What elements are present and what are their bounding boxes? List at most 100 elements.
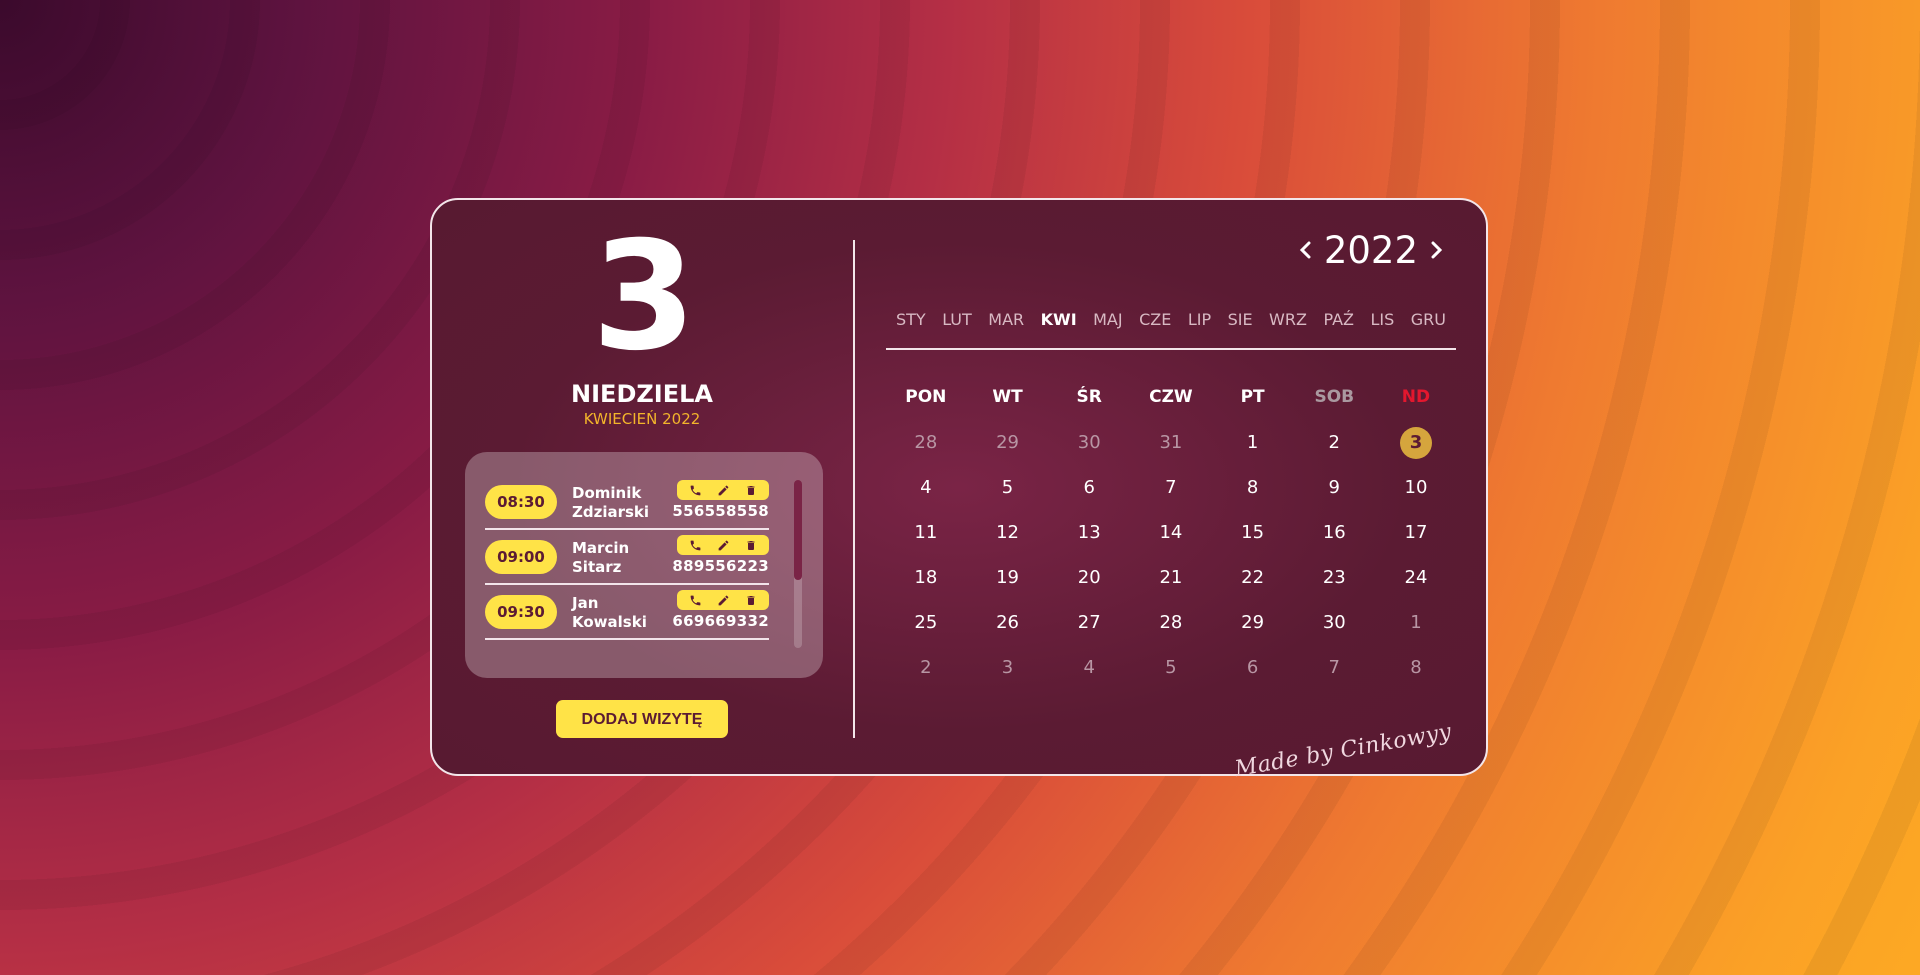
calendar-day[interactable]: 20: [1048, 555, 1130, 600]
calendar-day[interactable]: 6: [1212, 645, 1294, 690]
calendar-day[interactable]: 4: [1048, 645, 1130, 690]
month-lis[interactable]: LIS: [1370, 310, 1394, 342]
calendar-day-label: 8: [1246, 477, 1259, 498]
calendar-day-label: 7: [1165, 477, 1177, 498]
calendar-day[interactable]: 16: [1293, 510, 1375, 555]
month-selector: STY LUT MAR KWI MAJ CZE LIP SIE WRZ PAŹ LIS GRU: [886, 310, 1456, 342]
appointment-time: 08:30: [485, 485, 557, 519]
calendar-day[interactable]: 1: [1212, 420, 1294, 465]
prev-year-button[interactable]: [1292, 230, 1318, 270]
calendar-day[interactable]: 27: [1048, 600, 1130, 645]
calendar-day-label: 7: [1328, 657, 1340, 678]
calendar-day-label: 22: [1241, 567, 1265, 588]
month-maj[interactable]: MAJ: [1093, 310, 1122, 342]
next-year-button[interactable]: [1424, 230, 1450, 270]
appointments-scroll-thumb[interactable]: [794, 480, 802, 580]
calendar-day[interactable]: 30: [1048, 420, 1130, 465]
weekday-header: SOB: [1314, 387, 1355, 407]
calendar-day[interactable]: 19: [967, 555, 1049, 600]
calendar-day[interactable]: 14: [1130, 510, 1212, 555]
edit-icon[interactable]: [714, 592, 732, 608]
calendar-grid: PON WT ŚR CZW PT SOB ND 28 29 30 31 1 2 3 4 5 6 7 8 9 10 11 1…: [885, 375, 1457, 690]
calendar-day-label: 6: [1083, 477, 1095, 498]
calendar-day[interactable]: 8: [1212, 465, 1294, 510]
appointments-scrollbar[interactable]: [794, 480, 802, 648]
calendar-day[interactable]: 10: [1375, 465, 1457, 510]
calendar-day[interactable]: 24: [1375, 555, 1457, 600]
month-kwi[interactable]: KWI: [1041, 310, 1077, 342]
month-paź[interactable]: PAŹ: [1323, 310, 1354, 342]
calendar-day-today[interactable]: 3: [1375, 420, 1457, 465]
calendar-day[interactable]: 25: [885, 600, 967, 645]
weekday-header: PT: [1240, 387, 1265, 407]
add-visit-button[interactable]: DODAJ WIZYTĘ: [556, 700, 728, 738]
calendar-day[interactable]: 1: [1375, 600, 1457, 645]
calendar-day[interactable]: 28: [1130, 600, 1212, 645]
phone-icon[interactable]: [686, 482, 704, 498]
calendar-day[interactable]: 18: [885, 555, 967, 600]
calendar-day[interactable]: 28: [885, 420, 967, 465]
month-mar[interactable]: MAR: [988, 310, 1024, 342]
calendar-week-row: 25 26 27 28 29 30 1: [885, 600, 1457, 645]
appointment-item: 08:30 Dominik Zdziarski 556558558: [485, 476, 769, 530]
calendar-day[interactable]: 31: [1130, 420, 1212, 465]
calendar-day-label: 19: [996, 567, 1019, 588]
calendar-day[interactable]: 2: [885, 645, 967, 690]
calendar-day[interactable]: 22: [1212, 555, 1294, 600]
month-lut[interactable]: LUT: [942, 310, 972, 342]
calendar-day-label: 17: [1404, 522, 1428, 543]
appointment-actions: [677, 480, 769, 500]
month-lip[interactable]: LIP: [1188, 310, 1211, 342]
calendar-day-label: 21: [1159, 567, 1183, 588]
edit-icon[interactable]: [714, 537, 732, 553]
month-sty[interactable]: STY: [896, 310, 926, 342]
calendar-day[interactable]: 3: [967, 645, 1049, 690]
phone-icon[interactable]: [686, 592, 704, 608]
calendar-day[interactable]: 15: [1212, 510, 1294, 555]
appointments-list: 08:30 Dominik Zdziarski 556558558 09:00 …: [465, 452, 823, 678]
calendar-day[interactable]: 2: [1293, 420, 1375, 465]
calendar-day[interactable]: 4: [885, 465, 967, 510]
calendar-day[interactable]: 30: [1293, 600, 1375, 645]
calendar-day[interactable]: 8: [1375, 645, 1457, 690]
appointment-phone: 556558558: [672, 502, 769, 520]
phone-icon[interactable]: [686, 537, 704, 553]
calendar-day[interactable]: 23: [1293, 555, 1375, 600]
month-gru[interactable]: GRU: [1411, 310, 1446, 342]
calendar-day[interactable]: 11: [885, 510, 967, 555]
appointment-time: 09:00: [485, 540, 557, 574]
weekday-header: ND: [1401, 387, 1431, 407]
calendar-day[interactable]: 5: [1130, 645, 1212, 690]
calendar-day[interactable]: 17: [1375, 510, 1457, 555]
month-wrz[interactable]: WRZ: [1269, 310, 1307, 342]
calendar-day[interactable]: 5: [967, 465, 1049, 510]
selected-day-number: 3: [591, 210, 696, 384]
calendar-day[interactable]: 29: [1212, 600, 1294, 645]
calendar-day-label: 5: [1165, 657, 1177, 678]
trash-icon[interactable]: [742, 537, 760, 553]
calendar-day-label: 2: [1328, 432, 1340, 453]
calendar-day-label: 28: [914, 432, 938, 453]
weekday-header: ŚR: [1076, 387, 1102, 407]
month-cze[interactable]: CZE: [1139, 310, 1171, 342]
calendar-day[interactable]: 13: [1048, 510, 1130, 555]
calendar-day[interactable]: 9: [1293, 465, 1375, 510]
month-sie[interactable]: SIE: [1228, 310, 1253, 342]
calendar-day-label: 13: [1077, 522, 1101, 543]
weekday-header-row: PON WT ŚR CZW PT SOB ND: [885, 375, 1457, 420]
trash-icon[interactable]: [742, 482, 760, 498]
day-panel: 3 NIEDZIELA KWIECIEŃ 2022 08:30 Dominik …: [432, 200, 852, 774]
calendar-day[interactable]: 12: [967, 510, 1049, 555]
calendar-day[interactable]: 29: [967, 420, 1049, 465]
calendar-day[interactable]: 26: [967, 600, 1049, 645]
appointment-first-name: Jan: [572, 594, 599, 612]
edit-icon[interactable]: [714, 482, 732, 498]
calendar-day-label: 24: [1404, 567, 1428, 588]
trash-icon[interactable]: [742, 592, 760, 608]
calendar-day[interactable]: 21: [1130, 555, 1212, 600]
appointment-last-name: Kowalski: [572, 613, 647, 631]
calendar-day[interactable]: 7: [1293, 645, 1375, 690]
calendar-day[interactable]: 7: [1130, 465, 1212, 510]
calendar-day[interactable]: 6: [1048, 465, 1130, 510]
calendar-day-label: 12: [996, 522, 1019, 543]
